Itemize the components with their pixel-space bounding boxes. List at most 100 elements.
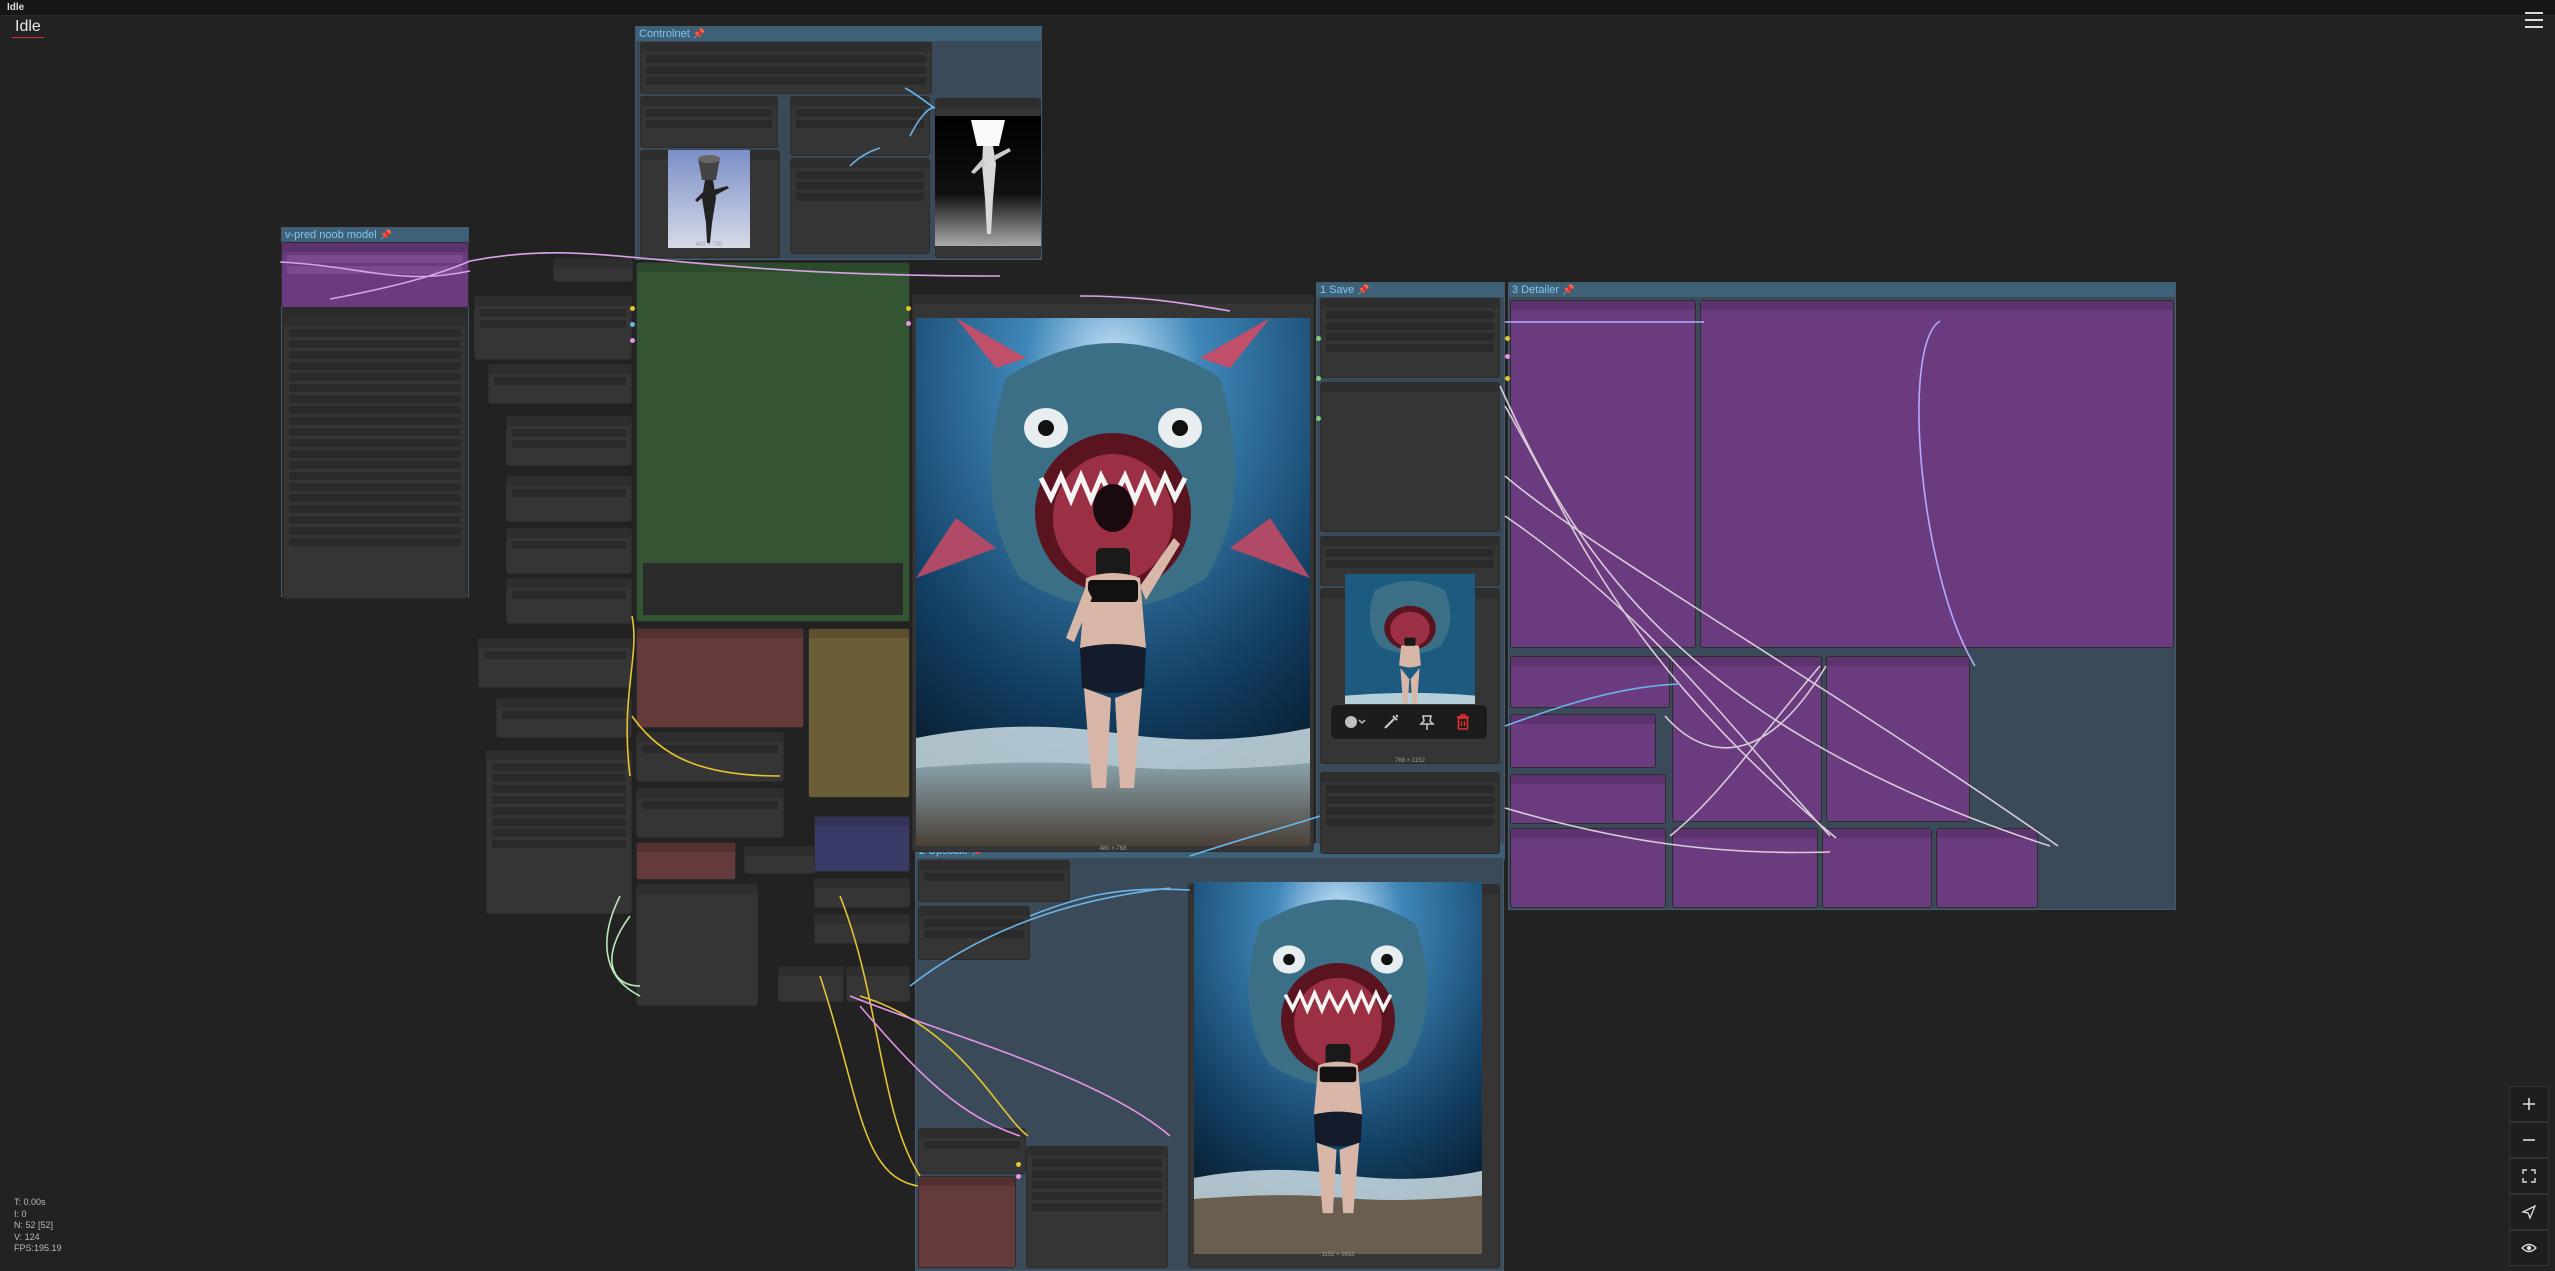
depth-map-image: 512 × 512 xyxy=(935,116,1041,246)
node[interactable] xyxy=(496,698,632,738)
color-picker-button[interactable] xyxy=(1341,709,1369,735)
node[interactable] xyxy=(636,842,736,880)
connection-dot[interactable] xyxy=(630,322,635,327)
node[interactable] xyxy=(283,316,467,599)
connection-dot[interactable] xyxy=(1505,336,1510,341)
pin-icon: 📌 xyxy=(379,230,393,241)
node[interactable] xyxy=(1826,656,1970,822)
title-bar: Idle xyxy=(0,0,2555,16)
connection-dot[interactable] xyxy=(1016,1174,1021,1179)
node[interactable] xyxy=(790,96,930,156)
node-model-loader[interactable] xyxy=(281,242,469,308)
node[interactable] xyxy=(814,914,910,944)
zoom-in-button[interactable] xyxy=(2509,1086,2549,1122)
select-mode-button[interactable] xyxy=(2509,1194,2549,1230)
pin-icon xyxy=(1419,715,1435,730)
trash-icon xyxy=(1457,714,1469,730)
node[interactable] xyxy=(918,906,1030,960)
node[interactable] xyxy=(814,878,910,908)
node[interactable] xyxy=(506,476,632,522)
node[interactable] xyxy=(1700,300,2174,648)
wand-icon xyxy=(1384,714,1399,729)
pin-icon: 📌 xyxy=(1357,285,1370,296)
connection-dot[interactable] xyxy=(906,321,911,326)
save-preview-image xyxy=(1345,574,1475,720)
node[interactable] xyxy=(506,578,632,624)
node[interactable] xyxy=(1936,828,2038,908)
connection-dot[interactable] xyxy=(1505,376,1510,381)
render-stats: T: 0.00s I: 0 N: 52 [52] V: 124 FPS:195.… xyxy=(14,1197,62,1253)
node[interactable] xyxy=(744,846,816,874)
node[interactable] xyxy=(506,528,632,574)
node-graph-canvas[interactable]: Controlnet 📌 v-pred noob model 📌 1 Save … xyxy=(0,16,2555,1271)
window-title: Idle xyxy=(7,2,25,13)
wire xyxy=(819,975,919,1187)
upscale-preview-image xyxy=(1194,882,1482,1254)
node[interactable] xyxy=(506,416,632,466)
send-icon xyxy=(2521,1204,2537,1220)
connection-dot[interactable] xyxy=(630,338,635,343)
node[interactable] xyxy=(846,966,910,1002)
node[interactable] xyxy=(1510,774,1666,824)
pin-button[interactable] xyxy=(1413,709,1441,735)
node[interactable] xyxy=(790,158,930,254)
node[interactable] xyxy=(1510,656,1670,708)
node[interactable] xyxy=(1320,298,1500,378)
minus-icon xyxy=(2523,1139,2535,1141)
connection-dot[interactable] xyxy=(1316,376,1321,381)
connection-dot[interactable] xyxy=(1316,416,1321,421)
node[interactable] xyxy=(640,96,778,148)
group-title-vpred[interactable]: v-pred noob model 📌 xyxy=(282,228,468,242)
node[interactable] xyxy=(1672,828,1818,908)
node[interactable] xyxy=(918,860,1070,902)
node[interactable] xyxy=(1026,1146,1168,1268)
node[interactable] xyxy=(778,966,844,1002)
node[interactable] xyxy=(488,364,632,404)
eye-icon xyxy=(2521,1243,2537,1253)
connection-dot[interactable] xyxy=(906,306,911,311)
main-image-caption: 480 × 768 xyxy=(1099,846,1127,852)
node[interactable] xyxy=(1510,300,1696,648)
toggle-links-button[interactable] xyxy=(2509,1230,2549,1266)
group-title-controlnet[interactable]: Controlnet 📌 xyxy=(636,27,1041,41)
connection-dot[interactable] xyxy=(1016,1162,1021,1167)
node[interactable] xyxy=(478,638,632,688)
node[interactable] xyxy=(814,816,910,872)
node[interactable] xyxy=(640,42,932,94)
node[interactable] xyxy=(474,296,632,360)
pose-reference-image: 400 × 700 xyxy=(668,150,750,248)
upscale-image-caption: 1152 × 1632 xyxy=(1321,1252,1355,1258)
node[interactable] xyxy=(636,884,758,1006)
save-preview-caption: 768 × 1152 xyxy=(1395,758,1425,764)
plus-icon xyxy=(2523,1098,2535,1110)
node[interactable] xyxy=(1510,714,1656,768)
node[interactable] xyxy=(1822,828,1932,908)
node[interactable] xyxy=(636,628,804,728)
node[interactable] xyxy=(553,258,633,282)
node[interactable] xyxy=(918,1128,1026,1174)
node[interactable] xyxy=(1320,772,1500,854)
pin-icon: 📌 xyxy=(692,29,706,40)
node[interactable] xyxy=(1672,656,1822,822)
delete-button[interactable] xyxy=(1449,709,1477,735)
selection-toolbox xyxy=(1330,704,1488,740)
node[interactable] xyxy=(636,788,784,838)
canvas-controls xyxy=(2509,1086,2549,1266)
node[interactable] xyxy=(808,628,910,798)
bypass-button[interactable] xyxy=(1377,709,1405,735)
node-prompt[interactable] xyxy=(636,262,910,622)
node[interactable] xyxy=(918,1176,1016,1268)
pin-icon: 📌 xyxy=(1562,285,1575,296)
zoom-out-button[interactable] xyxy=(2509,1122,2549,1158)
connection-dot[interactable] xyxy=(1316,336,1321,341)
node[interactable] xyxy=(1510,828,1666,908)
node[interactable] xyxy=(1320,382,1500,532)
node[interactable] xyxy=(636,732,784,782)
fit-view-button[interactable] xyxy=(2509,1158,2549,1194)
color-dot-icon xyxy=(1345,716,1366,728)
connection-dot[interactable] xyxy=(1505,354,1510,359)
group-title-detailer[interactable]: 3 Detailer 📌 xyxy=(1509,283,2175,297)
node[interactable] xyxy=(486,750,632,914)
connection-dot[interactable] xyxy=(630,306,635,311)
group-title-save[interactable]: 1 Save 📌 xyxy=(1317,283,1504,297)
